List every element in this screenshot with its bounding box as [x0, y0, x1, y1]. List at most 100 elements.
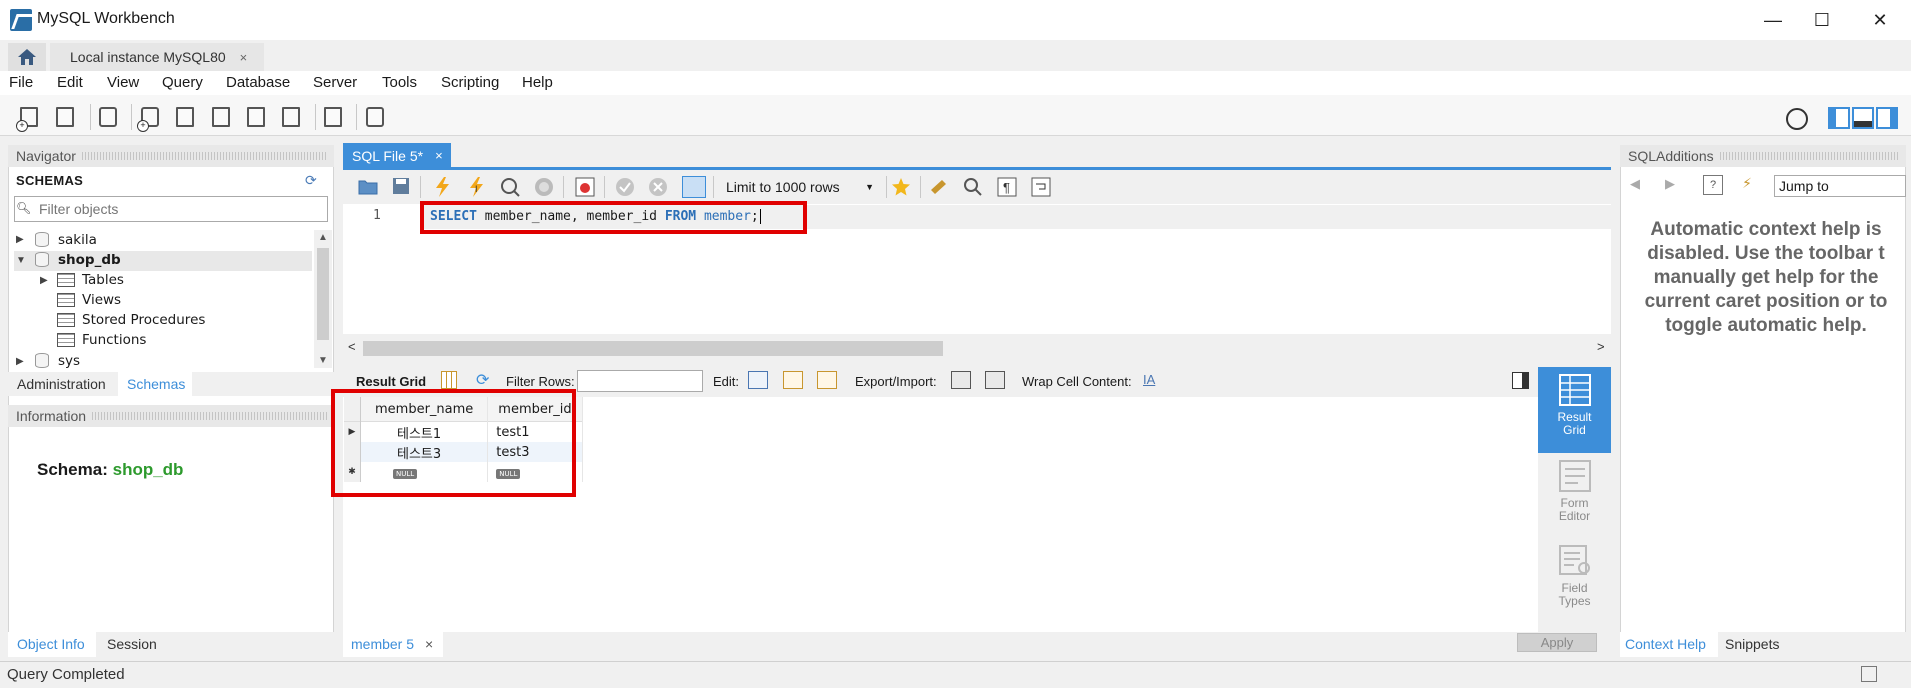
schema-sakila[interactable]: sakila [58, 232, 97, 248]
inspector-icon[interactable] [97, 104, 121, 130]
execute-icon[interactable] [431, 176, 455, 198]
expand-arrow-icon[interactable]: ▶ [40, 275, 48, 286]
tab-object-info[interactable]: Object Info [17, 636, 85, 652]
toggle-sidebar-icon[interactable] [1828, 107, 1850, 129]
autocommit-toggle-icon[interactable] [682, 176, 706, 198]
editor-horizontal-scrollbar[interactable] [343, 337, 1611, 361]
forward-icon[interactable]: ▶ [1665, 176, 1675, 192]
sql-additions-header: SQLAdditions [1620, 145, 1906, 167]
close-tab-icon[interactable]: × [240, 50, 248, 65]
schema-sys[interactable]: sys [58, 353, 80, 369]
close-tab-icon[interactable]: × [425, 636, 433, 652]
scroll-right-icon[interactable]: > [1597, 339, 1605, 354]
menu-scripting[interactable]: Scripting [441, 74, 499, 91]
toggle-panel-icon[interactable] [1512, 372, 1529, 389]
create-function-icon[interactable] [280, 104, 304, 130]
database-icon [35, 353, 49, 368]
close-window-button[interactable]: ✕ [1851, 0, 1909, 40]
form-editor-button[interactable]: Form Editor [1538, 455, 1611, 537]
auto-help-icon[interactable]: ⚡ [1737, 175, 1757, 195]
scroll-left-icon[interactable]: < [348, 339, 356, 354]
tab-administration[interactable]: Administration [17, 376, 106, 392]
navigator-scrollbar[interactable] [314, 230, 332, 368]
scroll-down-icon[interactable]: ▼ [318, 355, 328, 366]
instance-tab[interactable]: Local instance MySQL80 × [50, 43, 264, 71]
tree-item-tables[interactable]: Tables [82, 272, 124, 288]
tree-item-views[interactable]: Views [82, 292, 121, 308]
filter-objects-input[interactable] [14, 196, 328, 222]
save-icon[interactable] [390, 176, 414, 198]
schema-shop-db[interactable]: shop_db [58, 252, 121, 268]
menu-help[interactable]: Help [522, 74, 553, 91]
refresh-icon[interactable]: ⟳ [305, 172, 317, 189]
expand-arrow-icon[interactable]: ▶ [16, 234, 24, 245]
result-grid-button[interactable]: Result Grid [1538, 367, 1611, 453]
add-snippet-icon[interactable] [890, 176, 914, 198]
open-file-icon[interactable] [357, 176, 381, 198]
tab-session[interactable]: Session [107, 636, 157, 652]
sql-file-tab-label: SQL File 5* [352, 147, 424, 164]
expand-arrow-icon[interactable]: ▶ [16, 356, 24, 367]
result-grid-label: Result Grid [356, 374, 427, 389]
collapse-arrow-icon[interactable]: ▼ [16, 255, 26, 266]
stored-procedures-icon [57, 313, 75, 327]
menu-view[interactable]: View [107, 74, 139, 91]
find-icon[interactable] [962, 176, 986, 198]
export-icon[interactable] [951, 371, 971, 389]
grid-view-icon[interactable] [441, 371, 457, 389]
beautify-icon[interactable] [928, 176, 952, 198]
import-icon[interactable] [985, 371, 1005, 389]
home-tab[interactable] [8, 43, 46, 71]
tree-item-stored-procedures[interactable]: Stored Procedures [82, 312, 205, 328]
menu-query[interactable]: Query [162, 74, 203, 91]
manual-help-icon[interactable]: ? [1703, 175, 1723, 195]
menu-database[interactable]: Database [226, 74, 290, 91]
add-row-icon[interactable] [783, 371, 803, 389]
menu-server[interactable]: Server [313, 74, 357, 91]
create-table-icon[interactable] [174, 104, 198, 130]
explain-icon[interactable] [499, 176, 523, 198]
open-sql-script-icon[interactable] [54, 104, 78, 130]
toggle-error-icon[interactable] [574, 176, 598, 198]
jump-to-select[interactable]: Jump to [1774, 175, 1906, 197]
tab-context-help[interactable]: Context Help [1625, 636, 1706, 652]
word-wrap-icon[interactable] [1030, 176, 1054, 198]
refresh-icon[interactable]: ⟳ [476, 370, 489, 390]
limit-rows-select[interactable]: Limit to 1000 rows ▼ [720, 176, 880, 198]
create-schema-icon[interactable]: + [137, 104, 163, 132]
toolbar-separator [420, 176, 421, 198]
scroll-up-icon[interactable]: ▲ [318, 232, 328, 243]
maximize-button[interactable]: ☐ [1793, 0, 1851, 40]
tab-schemas[interactable]: Schemas [127, 376, 185, 392]
menu-file[interactable]: File [9, 74, 33, 91]
back-icon[interactable]: ◀ [1630, 176, 1640, 192]
commit-icon[interactable] [614, 176, 638, 198]
rollback-icon[interactable] [647, 176, 671, 198]
filter-rows-input[interactable] [577, 370, 703, 392]
execute-current-icon[interactable]: I [465, 176, 489, 198]
tab-snippets[interactable]: Snippets [1725, 636, 1779, 652]
result-tab-member5[interactable]: member 5 [351, 636, 414, 652]
apply-button[interactable]: Apply [1517, 633, 1597, 652]
reconnect-icon[interactable] [364, 104, 388, 130]
sql-file-tab[interactable]: SQL File 5* × [343, 143, 451, 168]
wrap-cell-icon[interactable]: IA [1143, 372, 1155, 387]
edit-row-icon[interactable] [748, 371, 768, 389]
output-panel-icon[interactable] [1861, 666, 1877, 682]
create-procedure-icon[interactable] [245, 104, 269, 130]
preferences-icon[interactable] [1786, 108, 1808, 130]
menu-tools[interactable]: Tools [382, 74, 417, 91]
toggle-secondary-sidebar-icon[interactable] [1876, 107, 1898, 129]
menu-edit[interactable]: Edit [57, 74, 83, 91]
stop-icon[interactable] [533, 176, 557, 198]
create-view-icon[interactable] [210, 104, 234, 130]
invisible-chars-icon[interactable]: ¶ [996, 176, 1020, 198]
filter-objects-field[interactable] [37, 200, 311, 218]
toggle-output-icon[interactable] [1852, 107, 1874, 129]
search-table-data-icon[interactable] [322, 104, 346, 130]
tree-item-functions[interactable]: Functions [82, 332, 146, 348]
delete-row-icon[interactable] [817, 371, 837, 389]
close-tab-icon[interactable]: × [435, 148, 443, 163]
field-types-button[interactable]: Field Types [1538, 540, 1611, 625]
new-sql-tab-icon[interactable]: + [16, 104, 42, 132]
